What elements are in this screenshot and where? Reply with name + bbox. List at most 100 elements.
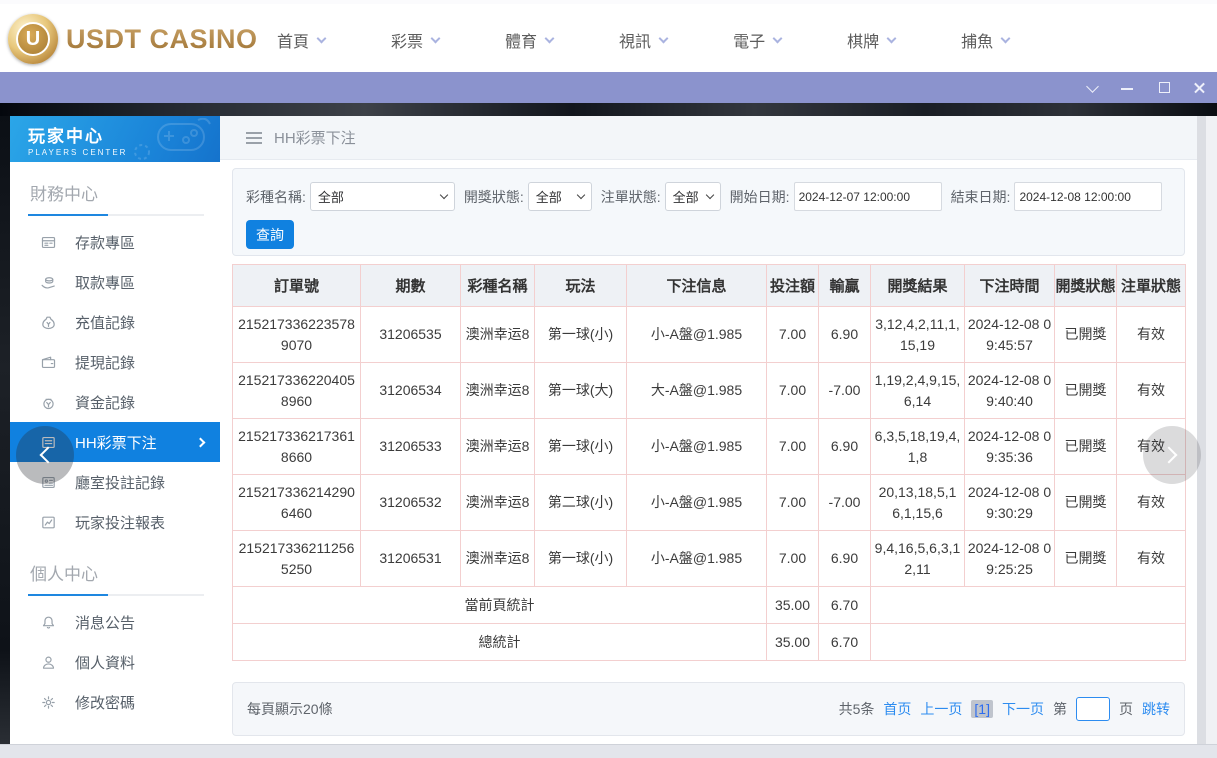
nav-item-label: 首頁 <box>277 28 309 52</box>
chevron-down-icon <box>440 191 448 199</box>
window-top-edge <box>0 103 1217 116</box>
nav-item-label: 體育 <box>505 28 537 52</box>
panel-expand-button[interactable] <box>1143 426 1201 484</box>
pagination-bar: 每頁顯示20條 共5条 首页 上一页 [1] 下一页 第 页 跳转 <box>232 682 1185 736</box>
window-left-edge <box>0 116 10 744</box>
sidebar-item-withdrawal-record[interactable]: 提現記錄 <box>10 342 220 382</box>
table-cell: 9,4,16,5,6,3,12,11 <box>871 531 965 587</box>
chevron-down-icon <box>431 33 441 43</box>
page-size-text: 每頁顯示20條 <box>247 699 333 719</box>
order-status-select[interactable]: 全部 <box>665 182 721 211</box>
summary-empty-cell <box>871 624 1186 661</box>
menu-toggle-icon[interactable] <box>246 132 262 144</box>
table-row: 215217336220405896031206534澳洲幸运8第一球(大)大-… <box>233 363 1186 419</box>
column-header: 下注時間 <box>965 265 1055 307</box>
sidebar-item-bell[interactable]: 消息公告 <box>10 602 220 642</box>
prev-page-link[interactable]: 上一页 <box>920 699 962 719</box>
minimize-icon <box>1121 88 1133 90</box>
nav-item-4[interactable]: 視訊 <box>586 28 700 52</box>
order-status-label: 注單狀態: <box>601 187 661 207</box>
summary-bet-total: 35.00 <box>767 624 819 661</box>
maximize-button[interactable] <box>1157 81 1171 95</box>
end-date-input[interactable] <box>1014 182 1162 211</box>
sidebar-item-label: 廳室投註記錄 <box>75 472 165 493</box>
bell-icon <box>40 614 57 631</box>
sidebar-section: 財務中心存款專區取款專區充值記錄提現記錄資金記錄HH彩票下注廳室投註記錄玩家投注… <box>10 162 220 542</box>
table-cell: 31206534 <box>361 363 461 419</box>
column-header: 期數 <box>361 265 461 307</box>
draw-status-select[interactable]: 全部 <box>528 182 592 211</box>
player-bet-report-icon <box>40 514 57 531</box>
nav-item-5[interactable]: 電子 <box>700 28 814 52</box>
nav-item-3[interactable]: 體育 <box>472 28 586 52</box>
summary-empty-cell <box>871 587 1186 624</box>
page-number-input[interactable] <box>1076 697 1110 721</box>
nav-item-7[interactable]: 捕魚 <box>928 28 1042 52</box>
section-underline <box>28 214 204 216</box>
table-cell: 2152173362204058960 <box>233 363 361 419</box>
brand-coin-icon: U <box>8 14 58 64</box>
recharge-record-icon <box>40 314 57 331</box>
sidebar-item-deposit[interactable]: 存款專區 <box>10 222 220 262</box>
window-collapse-button[interactable] <box>1085 81 1099 95</box>
table-cell: -7.00 <box>819 475 871 531</box>
gamepad-decoration-icon <box>128 118 214 162</box>
sidebar-item-label: 充值記錄 <box>75 312 135 333</box>
chevron-down-icon <box>1086 80 1099 93</box>
sidebar-item-gear[interactable]: 修改密碼 <box>10 682 220 722</box>
table-cell: 2152173362112565250 <box>233 531 361 587</box>
table-cell: 7.00 <box>767 363 819 419</box>
nav-item-1[interactable]: 首頁 <box>244 28 358 52</box>
sidebar-section: 個人中心消息公告個人資料修改密碼 <box>10 542 220 722</box>
summary-win-total: 6.70 <box>819 624 871 661</box>
table-cell: 31206531 <box>361 531 461 587</box>
close-button[interactable] <box>1193 81 1207 95</box>
chevron-left-icon <box>40 447 57 464</box>
table-cell: 2024-12-08 09:45:57 <box>965 307 1055 363</box>
filter-panel: 彩種名稱: 全部 開獎狀態: 全部 注單狀態: 全部 開始日期: 結束日期: 查… <box>232 168 1185 256</box>
summary-label: 總統計 <box>233 624 767 661</box>
first-page-link[interactable]: 首页 <box>883 699 911 719</box>
vertical-scrollbar[interactable] <box>1197 116 1217 744</box>
minimize-button[interactable] <box>1121 81 1135 95</box>
bets-table: 訂單號期數彩種名稱玩法下注信息投注額輸贏開獎結果下注時間開獎狀態注單狀態 215… <box>232 264 1186 661</box>
table-cell: 已開獎 <box>1055 363 1117 419</box>
sidebar-item-funds-record[interactable]: 資金記錄 <box>10 382 220 422</box>
nav-item-6[interactable]: 棋牌 <box>814 28 928 52</box>
summary-bet-total: 35.00 <box>767 587 819 624</box>
sidebar-section-title: 代理中心 <box>10 734 220 744</box>
brand[interactable]: U USDT CASINO <box>8 14 258 64</box>
table-cell: 第一球(小) <box>535 531 627 587</box>
table-row: 215217336211256525031206531澳洲幸运8第一球(小)小-… <box>233 531 1186 587</box>
sidebar-item-withdraw[interactable]: 取款專區 <box>10 262 220 302</box>
nav-item-2[interactable]: 彩票 <box>358 28 472 52</box>
table-header-row: 訂單號期數彩種名稱玩法下注信息投注額輸贏開獎結果下注時間開獎狀態注單狀態 <box>233 265 1186 307</box>
section-underline <box>28 594 204 596</box>
next-page-link[interactable]: 下一页 <box>1002 699 1044 719</box>
gear-icon <box>40 694 57 711</box>
column-header: 注單狀態 <box>1117 265 1186 307</box>
table-cell: 6.90 <box>819 531 871 587</box>
sidebar-item-label: 玩家投注報表 <box>75 512 165 533</box>
sidebar-item-player-bet-report[interactable]: 玩家投注報表 <box>10 502 220 542</box>
start-date-input[interactable] <box>794 182 942 211</box>
top-bar: U USDT CASINO 首頁 彩票 體育 視訊電子棋牌捕魚 <box>0 0 1217 72</box>
sidebar-item-recharge-record[interactable]: 充值記錄 <box>10 302 220 342</box>
table-cell: 有效 <box>1117 531 1186 587</box>
jump-button[interactable]: 跳转 <box>1142 699 1170 719</box>
sidebar-item-person[interactable]: 個人資料 <box>10 642 220 682</box>
sidebar-collapse-button[interactable] <box>16 426 74 484</box>
search-button[interactable]: 查詢 <box>246 220 294 249</box>
end-date-label: 結束日期: <box>951 187 1011 207</box>
table-cell: 已開獎 <box>1055 307 1117 363</box>
table-cell: 2152173362142906460 <box>233 475 361 531</box>
table-cell: 大-A盤@1.985 <box>627 363 767 419</box>
lottery-name-select[interactable]: 全部 <box>310 182 455 211</box>
table-cell: -7.00 <box>819 363 871 419</box>
sidebar-item-label: 修改密碼 <box>75 692 135 713</box>
chevron-down-icon <box>545 33 555 43</box>
table-cell: 有效 <box>1117 363 1186 419</box>
chevron-down-icon <box>1001 33 1011 43</box>
table-cell: 20,13,18,5,16,1,15,6 <box>871 475 965 531</box>
table-cell: 澳洲幸运8 <box>461 531 535 587</box>
